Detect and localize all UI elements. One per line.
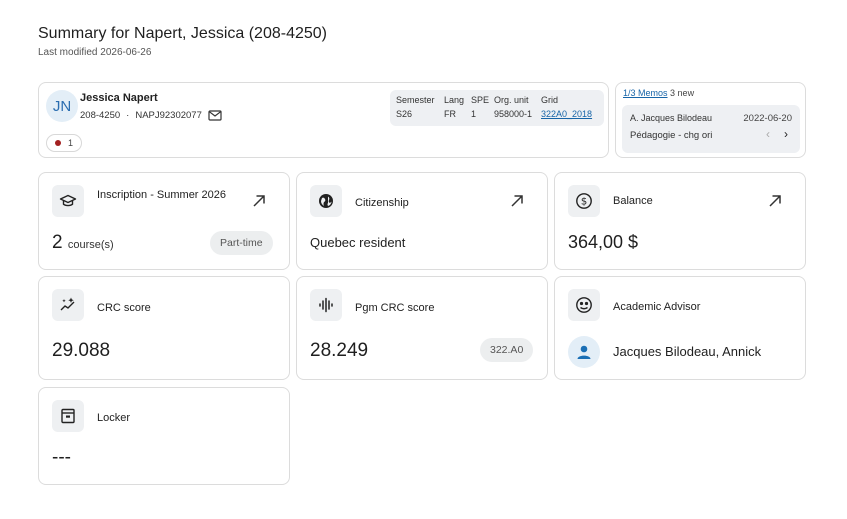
grid-label: Grid	[541, 95, 559, 105]
citizenship-value: Quebec resident	[310, 235, 406, 250]
semester-label: Semester	[396, 95, 435, 105]
memos-card: 1/3 Memos 3 new A. Jacques Bilodeau 2022…	[615, 82, 806, 158]
alert-pill[interactable]: 1	[46, 134, 83, 152]
program-badge: 322.A0	[480, 338, 534, 362]
crc-value: 29.088	[52, 340, 111, 361]
grid-col: Grid 322A0_2018	[541, 95, 592, 119]
course-unit: course(s)	[67, 239, 114, 251]
graduation-cap-icon	[52, 185, 84, 217]
student-ids: 208-4250 · NAPJ92302077	[80, 110, 222, 121]
balance-value: 364,00 $	[568, 232, 639, 252]
balance-title: Balance	[613, 195, 653, 207]
academic-advisor-card: Academic Advisor Jacques Bilodeau, Annic…	[554, 276, 806, 380]
advisor-face-icon	[568, 289, 600, 321]
dollar-icon: $	[568, 185, 600, 217]
alert-dot-icon	[55, 140, 61, 146]
citizenship-title: Citizenship	[355, 197, 409, 209]
semester-col: Semester S26	[396, 95, 435, 119]
locker-title: Locker	[97, 412, 131, 424]
memo-author: A. Jacques Bilodeau	[630, 113, 713, 123]
id-separator: ·	[126, 110, 130, 121]
org-label: Org. unit	[494, 95, 529, 105]
advisor-title: Academic Advisor	[613, 301, 701, 313]
svg-text:$: $	[581, 197, 587, 208]
sparkle-chart-icon	[52, 289, 84, 321]
memo-item[interactable]: A. Jacques Bilodeau 2022-06-20 Pédagogie…	[622, 105, 800, 153]
memo-date: 2022-06-20	[743, 113, 792, 124]
status-badge: Part-time	[210, 231, 273, 255]
memos-header: 1/3 Memos 3 new	[623, 88, 694, 98]
org-col: Org. unit 958000-1	[494, 95, 532, 119]
citizenship-card[interactable]: Citizenship Quebec resident	[296, 172, 548, 270]
spe-col: SPE 1	[471, 95, 489, 119]
spe-value: 1	[471, 109, 477, 119]
grid-link[interactable]: 322A0_2018	[541, 109, 592, 119]
locker-icon	[52, 400, 84, 432]
memo-text: Pédagogie - chg ori	[630, 130, 713, 141]
last-modified: Last modified 2026-06-26	[38, 47, 152, 58]
chevron-right-icon[interactable]: ›	[784, 127, 788, 141]
open-arrow-icon[interactable]	[509, 193, 525, 209]
course-count: 2	[52, 232, 63, 253]
chevron-left-icon[interactable]: ‹	[766, 127, 770, 141]
globe-icon	[310, 185, 342, 217]
person-icon	[568, 336, 600, 368]
profile-card: JN Jessica Napert 208-4250 · NAPJ9230207…	[38, 82, 609, 158]
page-title: Summary for Napert, Jessica (208-4250)	[38, 25, 327, 42]
inscription-card[interactable]: Inscription - Summer 2026 2 course(s) Pa…	[38, 172, 290, 270]
balance-card[interactable]: $ Balance 364,00 $	[554, 172, 806, 270]
student-code: NAPJ92302077	[135, 110, 202, 121]
pgm-crc-title: Pgm CRC score	[355, 302, 435, 314]
crc-score-card: CRC score 29.088	[38, 276, 290, 380]
advisor-name: Jacques Bilodeau, Annick	[613, 344, 762, 359]
locker-card: Locker ---	[38, 387, 290, 485]
memos-link[interactable]: 1/3 Memos	[623, 88, 668, 98]
inscription-title: Inscription - Summer 2026	[97, 189, 226, 201]
memos-new-count: 3 new	[670, 88, 695, 98]
enrollment-info: Semester S26 Lang FR SPE 1 Org. unit 958…	[390, 90, 604, 126]
alert-count: 1	[68, 138, 74, 148]
memo-nav: ‹ ›	[766, 127, 788, 141]
inscription-value: 2 course(s)	[52, 232, 114, 254]
locker-value: ---	[52, 447, 71, 468]
avatar: JN	[46, 90, 78, 122]
lang-value: FR	[444, 109, 456, 119]
semester-value: S26	[396, 109, 413, 119]
pgm-crc-value: 28.249	[310, 340, 369, 361]
lang-col: Lang FR	[444, 95, 464, 119]
mail-icon[interactable]	[208, 110, 222, 121]
spe-label: SPE	[471, 95, 490, 105]
open-arrow-icon[interactable]	[767, 193, 783, 209]
student-id: 208-4250	[80, 110, 121, 121]
open-arrow-icon[interactable]	[251, 193, 267, 209]
lang-label: Lang	[444, 95, 465, 105]
pgm-crc-score-card: Pgm CRC score 28.249 322.A0	[296, 276, 548, 380]
student-name: Jessica Napert	[80, 92, 158, 104]
crc-title: CRC score	[97, 302, 151, 314]
waveform-icon	[310, 289, 342, 321]
org-value: 958000-1	[494, 109, 533, 119]
